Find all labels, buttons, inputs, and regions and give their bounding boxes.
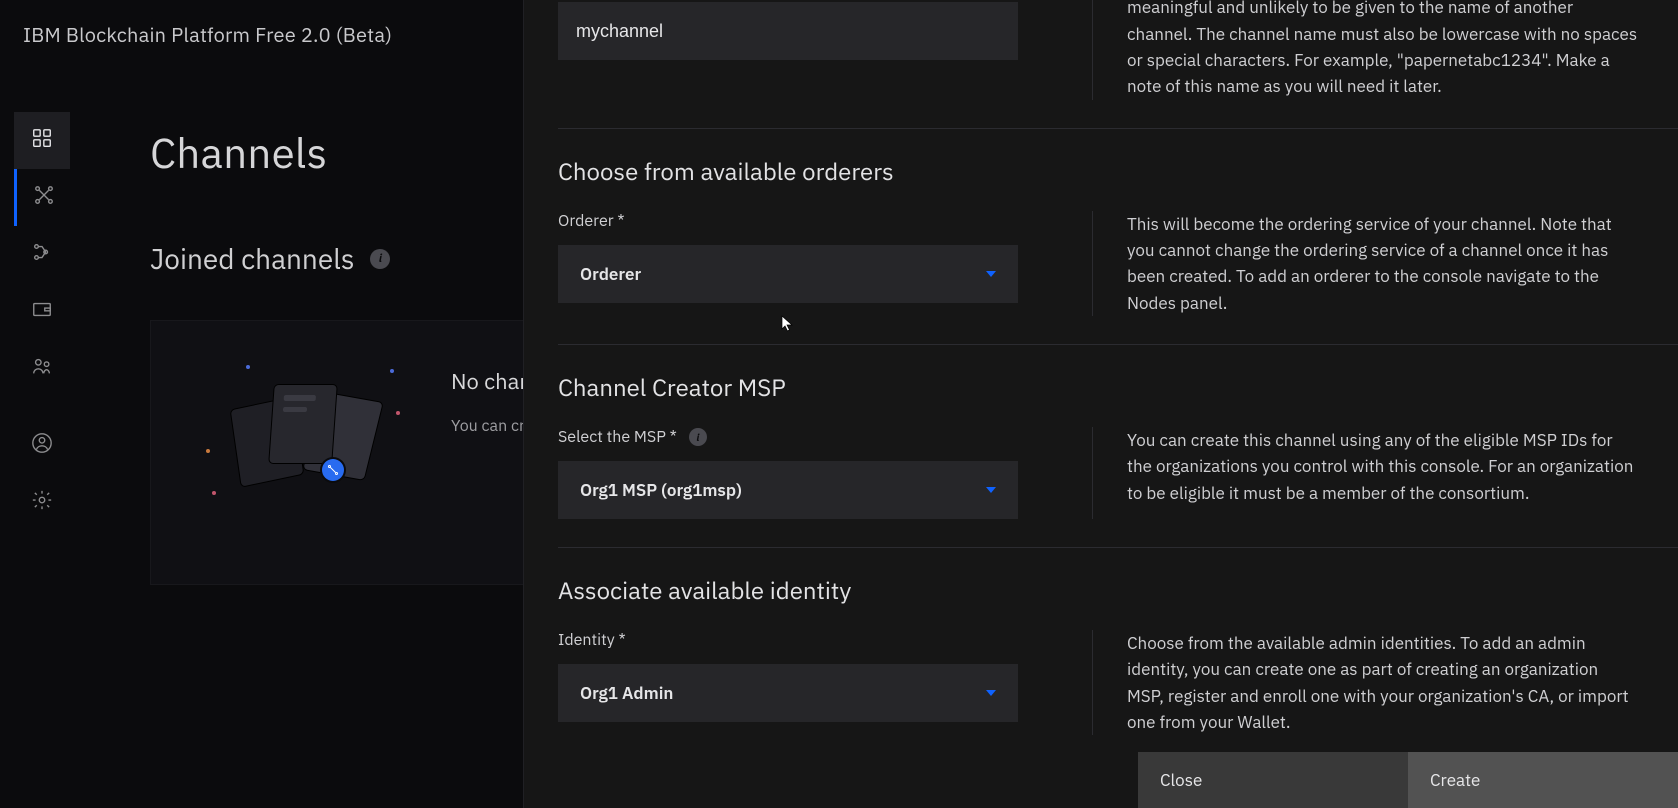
- app-title: IBM Blockchain Platform Free 2.0 (Beta): [23, 21, 392, 48]
- info-icon[interactable]: i: [689, 428, 707, 446]
- chevron-down-icon: [986, 487, 996, 493]
- identity-label: Identity *: [558, 630, 1058, 650]
- identity-select-value: Org1 Admin: [580, 682, 673, 704]
- create-channel-panel: Channel Name All channels must have a na…: [523, 0, 1678, 808]
- channel-name-help: All channels must have a name and this n…: [1127, 0, 1678, 100]
- identity-section-title: Associate available identity: [558, 574, 1678, 606]
- identity-help: Choose from the available admin identiti…: [1127, 630, 1678, 735]
- orderer-label: Orderer *: [558, 211, 1058, 231]
- orderer-help: This will become the ordering service of…: [1127, 211, 1678, 316]
- orderer-section-title: Choose from available orderers: [558, 155, 1678, 187]
- user-icon: [31, 432, 53, 459]
- dashboard-icon: [31, 127, 53, 154]
- sidebar-settings[interactable]: [14, 474, 70, 531]
- joined-channels-title: Joined channels: [150, 240, 354, 277]
- panel-footer: Close Create: [1138, 752, 1678, 808]
- sidebar-dashboard[interactable]: [14, 112, 70, 169]
- msp-label: Select the MSP * i: [558, 427, 1058, 447]
- msp-select-value: Org1 MSP (org1msp): [580, 479, 742, 501]
- sidebar-members[interactable]: [14, 340, 70, 397]
- sidebar-user[interactable]: [14, 417, 70, 474]
- msp-help: You can create this channel using any of…: [1127, 427, 1678, 519]
- msp-section-title: Channel Creator MSP: [558, 371, 1678, 403]
- sidebar-nodes[interactable]: [14, 226, 70, 283]
- wallet-icon: [31, 298, 53, 325]
- chevron-down-icon: [986, 271, 996, 277]
- orderer-select[interactable]: Orderer: [558, 245, 1018, 303]
- sidebar-wallet[interactable]: [14, 283, 70, 340]
- network-icon: [33, 184, 55, 211]
- msp-select[interactable]: Org1 MSP (org1msp): [558, 461, 1018, 519]
- page-title: Channels: [150, 125, 327, 180]
- create-button[interactable]: Create: [1408, 752, 1678, 808]
- members-icon: [31, 355, 53, 382]
- channel-name-input[interactable]: [558, 2, 1018, 60]
- chevron-down-icon: [986, 690, 996, 696]
- joined-channels-header: Joined channels i: [150, 240, 390, 277]
- info-icon[interactable]: i: [370, 249, 390, 269]
- identity-select[interactable]: Org1 Admin: [558, 664, 1018, 722]
- empty-channels-card: No channels available You can create a c…: [150, 320, 525, 585]
- sidebar: [14, 112, 70, 531]
- orderer-select-value: Orderer: [580, 263, 641, 285]
- nodes-icon: [31, 241, 53, 268]
- empty-body: You can create a channel using an ordere…: [451, 414, 525, 439]
- page-main: Channels: [150, 125, 327, 180]
- sidebar-channels[interactable]: [14, 169, 70, 226]
- empty-title: No channels available: [451, 367, 525, 396]
- gear-icon: [31, 489, 53, 516]
- close-button[interactable]: Close: [1138, 752, 1408, 808]
